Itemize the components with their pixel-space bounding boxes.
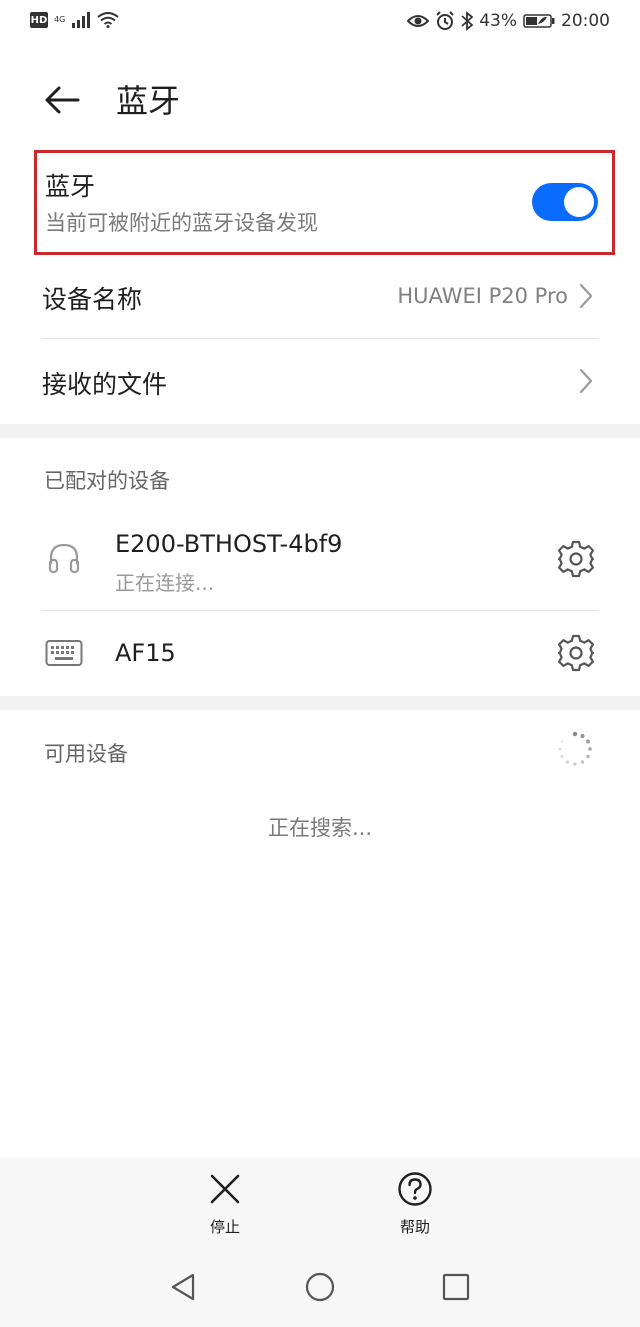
help-icon xyxy=(398,1172,432,1206)
chevron-right-icon xyxy=(579,368,593,394)
paired-device-row[interactable]: E200-BTHOST-4bf9 正在连接... xyxy=(0,512,640,608)
help-button[interactable]: 帮助 xyxy=(375,1171,455,1237)
device-name: E200-BTHOST-4bf9 xyxy=(115,530,343,558)
stop-button[interactable]: 停止 xyxy=(185,1171,265,1237)
searching-status: 正在搜索... xyxy=(267,816,373,840)
device-name-row[interactable]: 设备名称 HUAWEI P20 Pro xyxy=(42,254,598,338)
bluetooth-label: 蓝牙 xyxy=(45,172,96,201)
device-name-value: HUAWEI P20 Pro xyxy=(397,284,568,308)
back-button[interactable] xyxy=(40,78,84,122)
nav-back-icon[interactable] xyxy=(167,1271,199,1303)
network-type: 4G xyxy=(54,15,66,24)
section-separator xyxy=(0,424,640,438)
navigation-bar xyxy=(0,1247,640,1327)
available-devices-header: 可用设备 xyxy=(44,742,128,766)
action-bar: 停止 帮助 xyxy=(0,1157,640,1247)
received-files-row[interactable]: 接收的文件 xyxy=(42,339,598,423)
headset-icon xyxy=(44,538,84,578)
bluetooth-status-icon xyxy=(461,11,474,31)
alarm-icon xyxy=(436,11,454,30)
chevron-right-icon xyxy=(579,283,593,309)
gear-icon[interactable] xyxy=(556,633,596,673)
loading-spinner-icon xyxy=(558,731,592,766)
battery-percent: 43% xyxy=(479,11,517,31)
app-header: 蓝牙 xyxy=(0,58,640,142)
device-name-label: 设备名称 xyxy=(42,285,143,314)
stop-label: 停止 xyxy=(209,1218,240,1236)
eye-comfort-icon xyxy=(407,15,430,27)
clock: 20:00 xyxy=(561,11,610,31)
keyboard-icon xyxy=(44,633,84,673)
nav-recents-icon[interactable] xyxy=(440,1271,472,1303)
bluetooth-switch[interactable] xyxy=(532,183,598,221)
hd-badge: HD xyxy=(30,12,48,28)
status-right: 43% 20:00 xyxy=(407,11,610,31)
battery-icon xyxy=(523,14,555,28)
nav-home-icon[interactable] xyxy=(304,1271,336,1303)
bluetooth-toggle-row[interactable]: 蓝牙 当前可被附近的蓝牙设备发现 xyxy=(34,150,615,255)
bluetooth-visibility-text: 当前可被附近的蓝牙设备发现 xyxy=(45,211,318,235)
arrow-left-icon xyxy=(45,86,80,114)
status-bar: HD 4G 43% 20:00 xyxy=(0,0,640,48)
wifi-icon xyxy=(97,12,119,28)
section-separator xyxy=(0,696,640,710)
help-label: 帮助 xyxy=(399,1218,430,1236)
signal-icon xyxy=(72,12,91,28)
paired-device-row[interactable]: AF15 xyxy=(0,611,640,695)
device-status: 正在连接... xyxy=(115,571,215,595)
device-name: AF15 xyxy=(115,639,176,667)
status-left: HD 4G xyxy=(30,12,119,28)
page-title: 蓝牙 xyxy=(116,82,181,120)
paired-devices-header: 已配对的设备 xyxy=(44,469,170,493)
close-icon xyxy=(210,1174,240,1204)
gear-icon[interactable] xyxy=(556,539,596,579)
received-files-label: 接收的文件 xyxy=(42,370,168,399)
switch-knob xyxy=(564,187,594,217)
